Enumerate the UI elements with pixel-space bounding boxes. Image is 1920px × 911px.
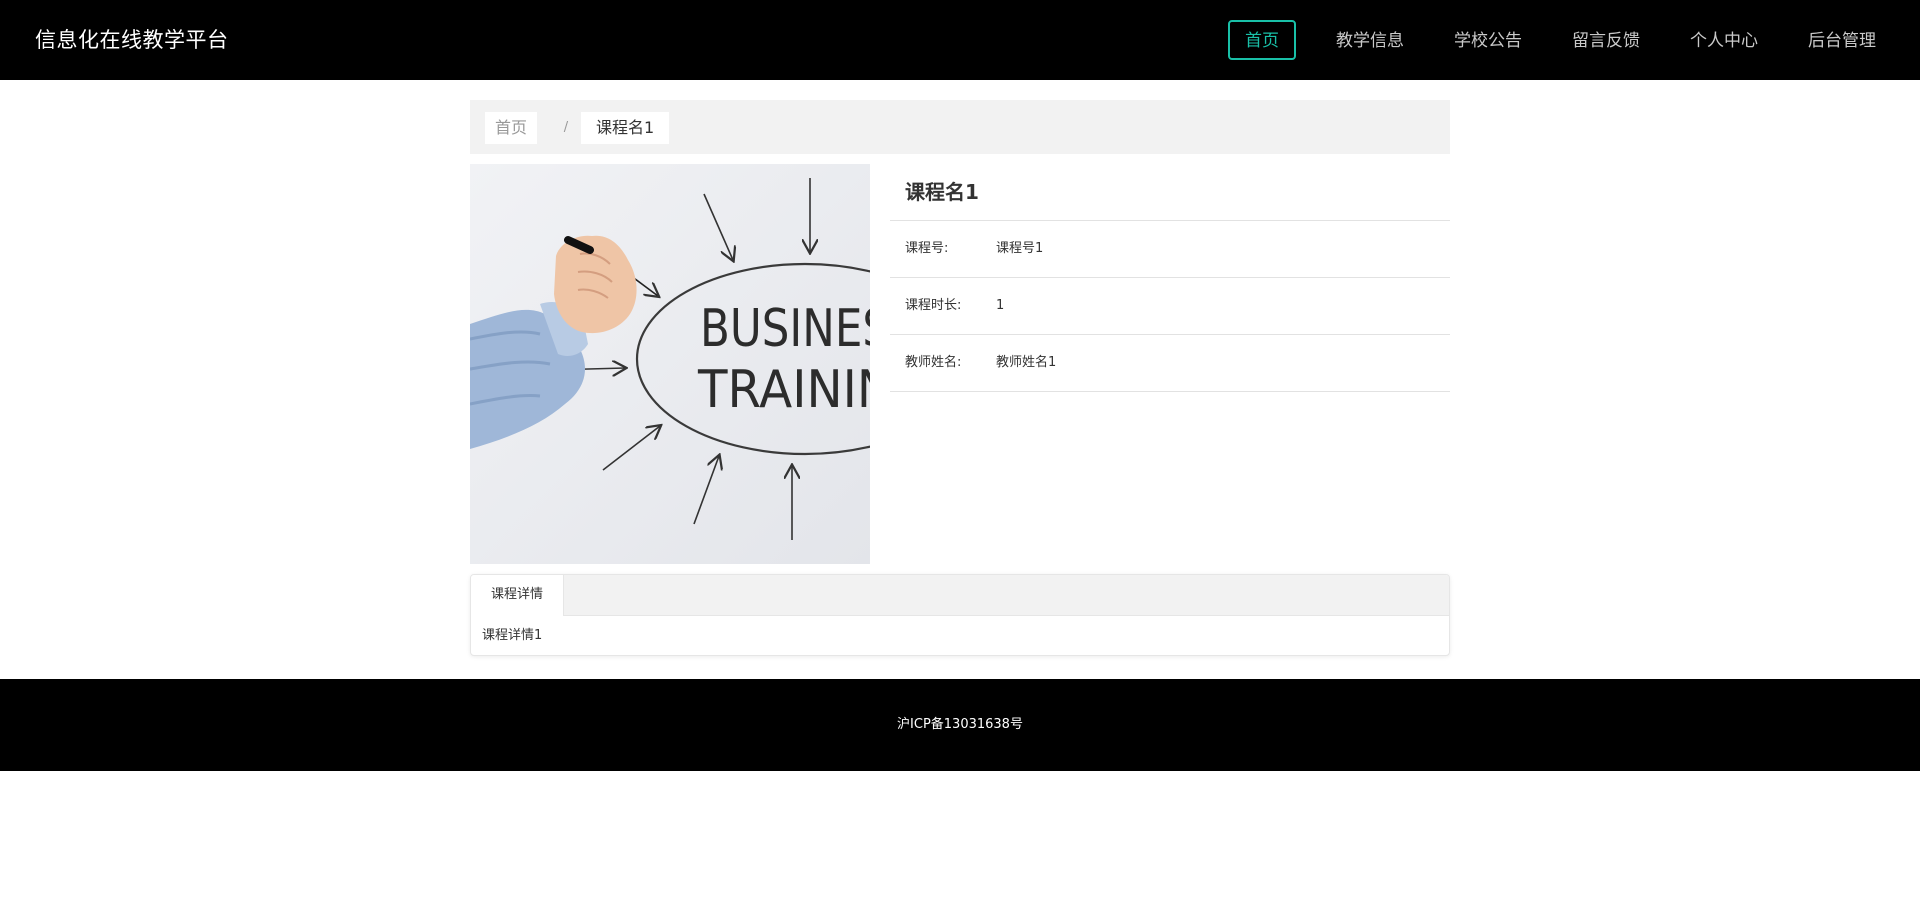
top-header: 信息化在线教学平台 首页 教学信息 学校公告 留言反馈 个人中心 后台管理 — [0, 0, 1920, 80]
tab-header: 课程详情 — [471, 575, 1449, 616]
nav-item-home[interactable]: 首页 — [1228, 20, 1296, 60]
main-nav: 首页 教学信息 学校公告 留言反馈 个人中心 后台管理 — [1228, 0, 1920, 80]
info-label: 课程时长: — [905, 298, 962, 313]
nav-item-teaching-info[interactable]: 教学信息 — [1326, 20, 1414, 60]
nav-item-admin[interactable]: 后台管理 — [1798, 20, 1886, 60]
image-text-line2: TRAININ — [697, 360, 870, 420]
icp-license-text: 沪ICP备13031638号 — [897, 717, 1023, 732]
breadcrumb: 首页 / 课程名1 — [470, 100, 1450, 154]
breadcrumb-separator: / — [563, 120, 569, 135]
nav-item-personal-center[interactable]: 个人中心 — [1680, 20, 1768, 60]
info-row-teacher-name: 教师姓名: 教师姓名1 — [890, 335, 1450, 392]
breadcrumb-home-link[interactable]: 首页 — [485, 112, 538, 144]
breadcrumb-current: 课程名1 — [581, 112, 670, 144]
tab-course-details[interactable]: 课程详情 — [471, 575, 564, 616]
info-value: 教师姓名1 — [996, 355, 1057, 370]
detail-tabs: 课程详情 课程详情1 — [470, 574, 1450, 656]
info-label: 教师姓名: — [905, 355, 962, 370]
site-title[interactable]: 信息化在线教学平台 — [35, 0, 229, 80]
info-label: 课程号: — [905, 241, 949, 256]
info-value: 课程号1 — [996, 241, 1044, 256]
info-row-course-number: 课程号: 课程号1 — [890, 221, 1450, 278]
tab-content: 课程详情1 — [482, 628, 543, 643]
course-image: BUSINES TRAININ — [470, 164, 870, 564]
nav-item-feedback[interactable]: 留言反馈 — [1562, 20, 1650, 60]
info-value: 1 — [996, 298, 1005, 313]
page-footer: 沪ICP备13031638号 — [0, 679, 1920, 771]
course-info-panel: 课程名1 课程号: 课程号1 课程时长: 1 教师姓名: 教师姓名1 — [890, 164, 1450, 392]
image-text-line1: BUSINES — [700, 299, 870, 359]
nav-item-school-notice[interactable]: 学校公告 — [1444, 20, 1532, 60]
info-row-course-duration: 课程时长: 1 — [890, 278, 1450, 335]
course-title: 课程名1 — [890, 164, 1450, 221]
